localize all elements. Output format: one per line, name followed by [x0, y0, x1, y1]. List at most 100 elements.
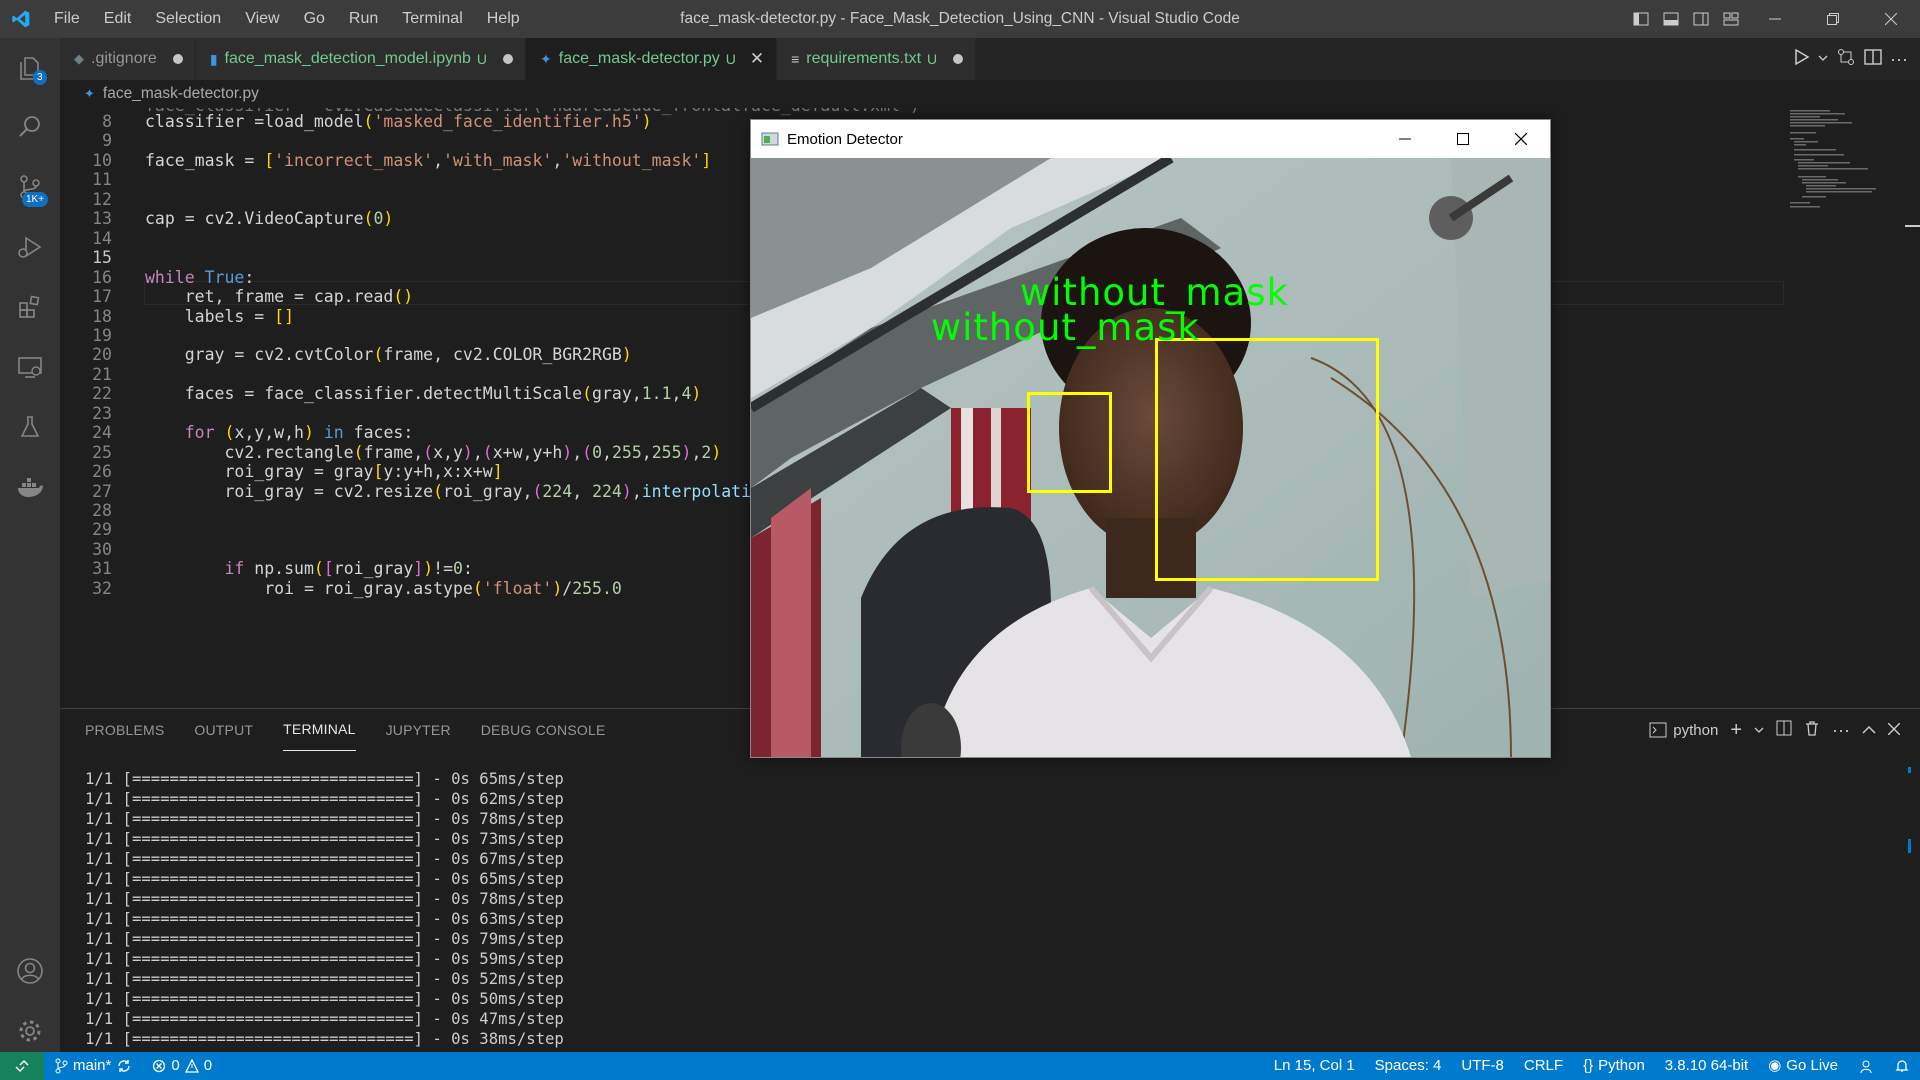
notifications-bell-icon[interactable]: [1884, 1052, 1920, 1080]
code-token: (: [472, 578, 483, 598]
unsaved-dot-icon[interactable]: [503, 54, 514, 64]
split-editor-icon[interactable]: [1864, 48, 1882, 71]
code-token: frame, cv2.COLOR_BGR2RGB: [383, 345, 622, 365]
cursor-position[interactable]: Ln 15, Col 1: [1264, 1052, 1365, 1080]
detection-label: without_mask: [930, 305, 1200, 349]
popup-title: Emotion Detector: [787, 130, 903, 148]
popup-minimize-icon[interactable]: [1376, 120, 1434, 158]
code-token: ): [681, 442, 692, 462]
popup-maximize-icon[interactable]: [1434, 120, 1492, 158]
tab-problems[interactable]: PROBLEMS: [85, 709, 164, 751]
popup-title-bar[interactable]: Emotion Detector: [751, 120, 1550, 158]
code-text: roi = roi_gray.astype('float')/255.0: [145, 577, 622, 601]
remote-indicator-icon[interactable]: [0, 1052, 44, 1080]
menu-edit[interactable]: Edit: [92, 0, 144, 38]
maximize-panel-icon[interactable]: [1862, 722, 1876, 739]
branch-indicator[interactable]: main*: [44, 1052, 142, 1080]
code-token: (: [373, 345, 384, 365]
tab-output[interactable]: OUTPUT: [194, 709, 253, 751]
terminal-instance[interactable]: python: [1649, 722, 1718, 739]
source-control-icon[interactable]: 1K+: [0, 158, 60, 216]
unsaved-dot-icon[interactable]: [172, 54, 183, 64]
minimize-icon[interactable]: [1746, 0, 1804, 38]
code-token: ): [562, 442, 573, 462]
end-of-line[interactable]: CRLF: [1514, 1052, 1573, 1080]
menu-go[interactable]: Go: [292, 0, 337, 38]
problems-indicator[interactable]: 0 0: [142, 1052, 222, 1080]
split-terminal-icon[interactable]: [1776, 720, 1792, 740]
menu-terminal[interactable]: Terminal: [390, 0, 474, 38]
terminal-dropdown-icon[interactable]: [1754, 722, 1764, 739]
code-token: y:y+h,x:x+w: [383, 462, 493, 482]
editor-tabs: ◆ .gitignore ▮ face_mask_detection_model…: [60, 38, 1920, 80]
more-actions-icon[interactable]: ···: [1890, 49, 1908, 70]
terminal-line: 1/1 [==============================] - 0…: [85, 870, 564, 888]
search-icon[interactable]: [0, 98, 60, 156]
tab-requirements[interactable]: ≡ requirements.txt U: [777, 38, 977, 80]
menu-run[interactable]: Run: [337, 0, 390, 38]
code-token: 255: [611, 442, 642, 462]
go-live-button[interactable]: ◉ Go Live: [1758, 1052, 1848, 1080]
code-token: /: [562, 578, 573, 598]
new-terminal-icon[interactable]: +: [1730, 719, 1742, 742]
sync-icon[interactable]: [116, 1058, 132, 1074]
toggle-secondary-sidebar-icon[interactable]: [1686, 0, 1716, 38]
explorer-icon[interactable]: 3: [0, 38, 60, 96]
feedback-icon[interactable]: [1848, 1052, 1884, 1080]
tab-face-mask-detector[interactable]: ✦ face_mask-detector.py U ✕: [526, 38, 778, 80]
minimap[interactable]: [1785, 108, 1900, 708]
docker-icon[interactable]: [0, 458, 60, 516]
terminal-line: 1/1 [==============================] - 0…: [85, 810, 564, 828]
close-window-icon[interactable]: [1862, 0, 1920, 38]
remote-explorer-icon[interactable]: [0, 338, 60, 396]
testing-icon[interactable]: [0, 398, 60, 456]
encoding[interactable]: UTF-8: [1451, 1052, 1514, 1080]
code-token: ): [423, 559, 434, 579]
terminal-line: 1/1 [==============================] - 0…: [85, 1010, 564, 1028]
vscode-logo-icon[interactable]: [0, 0, 42, 38]
breadcrumb[interactable]: ✦ face_mask-detector.py: [60, 80, 259, 108]
editor-scrollbar[interactable]: [1905, 108, 1920, 708]
explorer-badge: 3: [33, 70, 47, 85]
terminal-output[interactable]: 1/1 [==============================] - 0…: [85, 769, 1885, 1049]
panel-more-icon[interactable]: ···: [1832, 720, 1850, 741]
customize-layout-icon[interactable]: [1716, 0, 1746, 38]
language-mode[interactable]: {} Python: [1573, 1052, 1655, 1080]
restore-icon[interactable]: [1804, 0, 1862, 38]
run-debug-icon[interactable]: [0, 218, 60, 276]
run-python-file-icon[interactable]: [1792, 48, 1810, 71]
code-token: (: [363, 112, 374, 131]
tab-label: face_mask-detector.py: [558, 50, 720, 67]
open-changes-icon[interactable]: [1836, 48, 1856, 71]
indentation[interactable]: Spaces: 4: [1365, 1052, 1452, 1080]
tab-gitignore[interactable]: ◆ .gitignore: [60, 38, 196, 80]
tab-notebook[interactable]: ▮ face_mask_detection_model.ipynb U: [195, 38, 527, 80]
breadcrumb-file[interactable]: face_mask-detector.py: [103, 80, 259, 108]
menu-selection[interactable]: Selection: [143, 0, 233, 38]
emotion-detector-window[interactable]: Emotion Detector without_mask without_ma…: [750, 119, 1551, 758]
close-tab-icon[interactable]: ✕: [750, 49, 764, 69]
toggle-primary-sidebar-icon[interactable]: [1626, 0, 1656, 38]
accounts-icon[interactable]: [0, 942, 60, 1000]
menu-view[interactable]: View: [233, 0, 291, 38]
code-token: 2: [701, 442, 712, 462]
code-token: ,: [552, 150, 563, 170]
panel-actions: python + ···: [1649, 709, 1901, 751]
tab-debug-console[interactable]: DEBUG CONSOLE: [481, 709, 606, 751]
editor-actions: ···: [1792, 38, 1908, 80]
code-token: gray,: [592, 384, 642, 404]
extensions-icon[interactable]: [0, 278, 60, 336]
run-dropdown-chevron-icon[interactable]: [1818, 50, 1828, 68]
close-panel-icon[interactable]: [1887, 722, 1901, 739]
kill-terminal-icon[interactable]: [1804, 720, 1820, 740]
menu-help[interactable]: Help: [475, 0, 532, 38]
unsaved-dot-icon[interactable]: [953, 54, 964, 64]
toggle-panel-icon[interactable]: [1656, 0, 1686, 38]
tab-terminal[interactable]: TERMINAL: [283, 709, 356, 751]
code-token: 'float': [482, 578, 553, 598]
tab-jupyter[interactable]: JUPYTER: [386, 709, 451, 751]
menu-file[interactable]: File: [42, 0, 92, 38]
popup-close-icon[interactable]: [1492, 120, 1550, 158]
python-interpreter[interactable]: 3.8.10 64-bit: [1655, 1052, 1758, 1080]
